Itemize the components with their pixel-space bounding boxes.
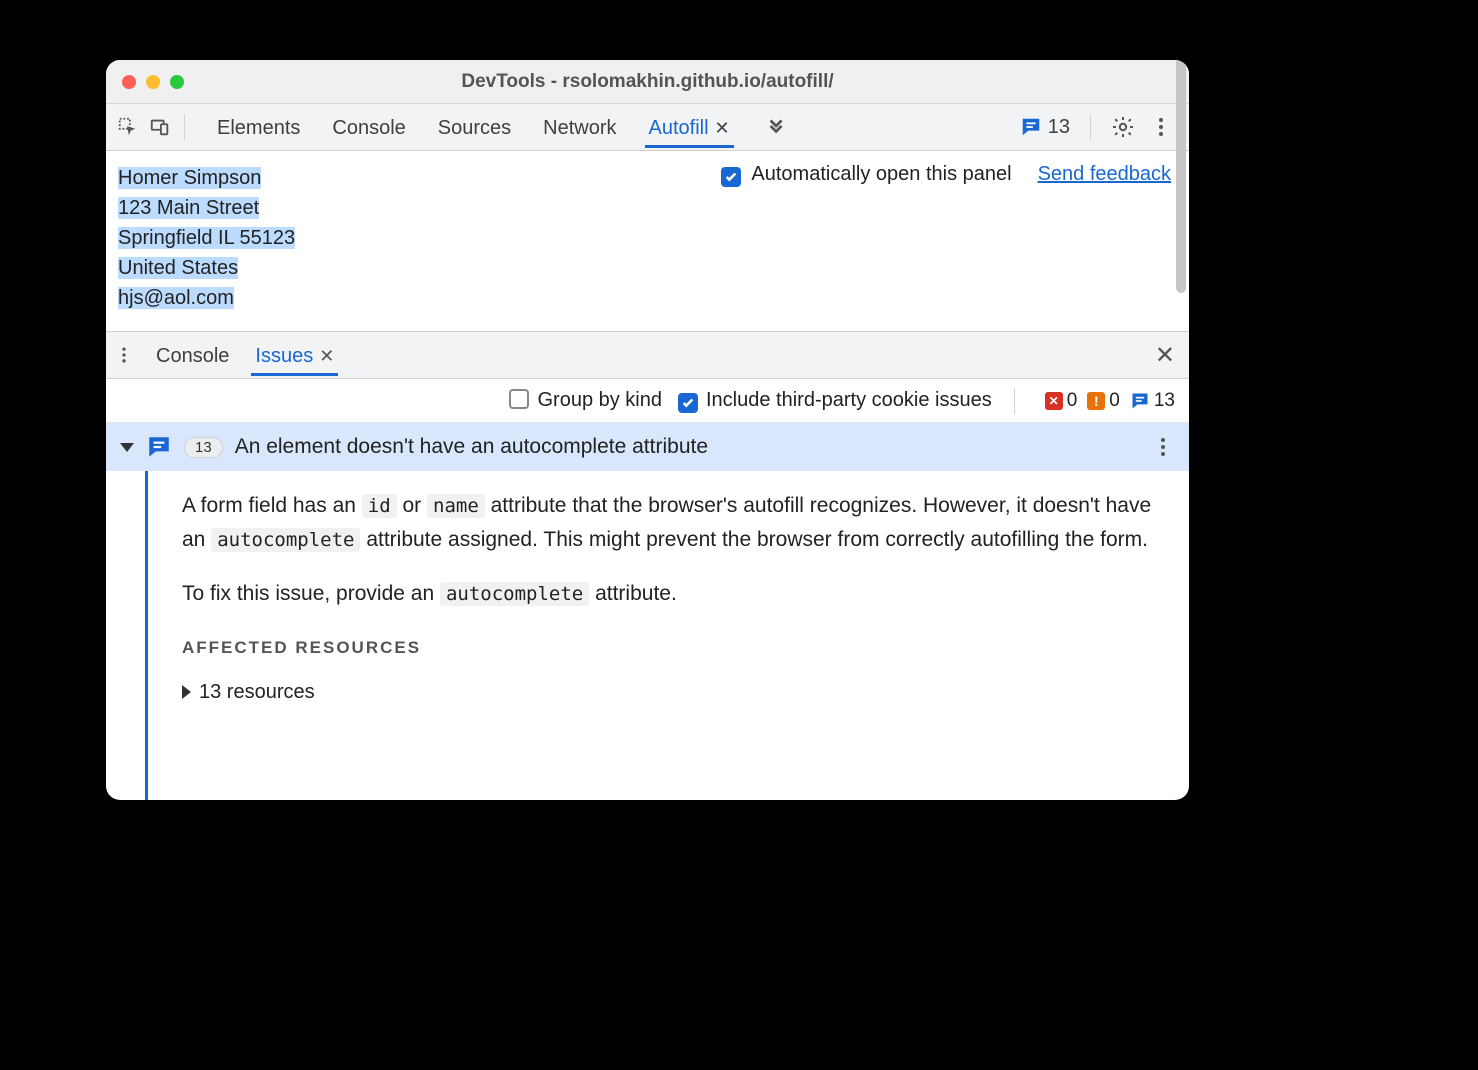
separator [1090, 114, 1091, 140]
autofill-line: 123 Main Street [118, 197, 259, 219]
info-count[interactable]: 13 [1130, 390, 1175, 412]
code-autocomplete: autocomplete [211, 528, 360, 552]
issue-menu-icon[interactable] [1151, 435, 1175, 459]
drawer-tabs: Console Issues ✕ ✕ [106, 332, 1189, 379]
send-feedback-link[interactable]: Send feedback [1038, 163, 1171, 186]
tab-elements[interactable]: Elements [213, 107, 304, 148]
issue-content: A form field has an id or name attribute… [148, 471, 1189, 800]
zoom-window-button[interactable] [170, 75, 184, 89]
text: attribute assigned. This might prevent t… [360, 528, 1147, 551]
expand-icon[interactable] [120, 443, 134, 452]
close-drawer-tab-icon[interactable]: ✕ [319, 346, 334, 367]
auto-open-checkbox[interactable] [721, 167, 741, 187]
error-icon: ✕ [1045, 392, 1063, 410]
inspect-element-icon[interactable] [114, 113, 142, 141]
separator [184, 114, 185, 140]
group-by-kind-option[interactable]: Group by kind [509, 389, 662, 412]
error-count-value: 0 [1067, 390, 1078, 412]
issues-count-value: 13 [1048, 116, 1070, 139]
code-autocomplete: autocomplete [440, 582, 589, 606]
drawer-tab-console[interactable]: Console [152, 335, 233, 376]
code-id: id [362, 494, 397, 518]
include-3p-label: Include third-party cookie issues [706, 389, 992, 412]
issue-counts: ✕0 !0 13 [1045, 390, 1175, 412]
traffic-lights [106, 75, 184, 89]
drawer-menu-icon[interactable] [114, 345, 134, 365]
devtools-window: DevTools - rsolomakhin.github.io/autofil… [106, 60, 1189, 800]
warning-count-value: 0 [1109, 390, 1120, 412]
tab-autofill[interactable]: Autofill ✕ [645, 107, 734, 148]
close-drawer-icon[interactable]: ✕ [1155, 341, 1181, 370]
text: To fix this issue, provide an [182, 582, 440, 605]
group-by-kind-label: Group by kind [537, 389, 662, 411]
issue-title: An element doesn't have an autocomplete … [235, 435, 708, 459]
autofill-options: Automatically open this panel Send feedb… [721, 163, 1171, 313]
more-tabs-icon[interactable] [766, 114, 788, 141]
drawer-tab-issues[interactable]: Issues ✕ [251, 335, 338, 376]
affected-resources-heading: AFFECTED RESOURCES [182, 631, 1161, 665]
more-menu-icon[interactable] [1149, 115, 1173, 139]
device-toolbar-icon[interactable] [146, 113, 174, 141]
info-count-value: 13 [1154, 390, 1175, 412]
text: or [397, 494, 427, 517]
resources-toggle[interactable]: 13 resources [182, 675, 1161, 709]
error-count[interactable]: ✕0 [1045, 390, 1078, 412]
info-issue-icon [146, 434, 172, 460]
text: A form field has an [182, 494, 362, 517]
minimize-window-button[interactable] [146, 75, 160, 89]
issue-body: A form field has an id or name attribute… [106, 471, 1189, 800]
issue-paragraph: To fix this issue, provide an autocomple… [182, 577, 1161, 611]
auto-open-label: Automatically open this panel [751, 163, 1011, 186]
settings-icon[interactable] [1111, 115, 1135, 139]
drawer-tab-issues-label: Issues [255, 345, 313, 368]
include-3p-checkbox[interactable] [678, 393, 698, 413]
window-title: DevTools - rsolomakhin.github.io/autofil… [106, 71, 1189, 93]
resources-label: 13 resources [199, 675, 315, 709]
issues-toolbar: Group by kind Include third-party cookie… [106, 379, 1189, 423]
expand-icon[interactable] [182, 685, 191, 699]
tab-console[interactable]: Console [328, 107, 409, 148]
main-toolbar: Elements Console Sources Network Autofil… [106, 104, 1189, 151]
title-bar: DevTools - rsolomakhin.github.io/autofil… [106, 60, 1189, 104]
autofill-address-preview: Homer Simpson 123 Main Street Springfiel… [118, 163, 295, 313]
group-by-kind-checkbox[interactable] [509, 389, 529, 409]
info-issue-icon [1020, 116, 1042, 138]
include-3p-option[interactable]: Include third-party cookie issues [678, 389, 992, 413]
info-issue-icon [1130, 391, 1150, 411]
separator [1014, 388, 1015, 414]
text: attribute. [589, 582, 677, 605]
warning-icon: ! [1087, 392, 1105, 410]
close-window-button[interactable] [122, 75, 136, 89]
autofill-panel: Homer Simpson 123 Main Street Springfiel… [106, 151, 1189, 332]
main-tabs: Elements Console Sources Network Autofil… [213, 107, 788, 148]
autofill-line: hjs@aol.com [118, 287, 234, 309]
warning-count[interactable]: !0 [1087, 390, 1120, 412]
issues-counter[interactable]: 13 [1020, 116, 1070, 139]
issue-row[interactable]: 13 An element doesn't have an autocomple… [106, 423, 1189, 471]
autofill-line: United States [118, 257, 238, 279]
code-name: name [427, 494, 485, 518]
close-tab-icon[interactable]: ✕ [715, 118, 730, 139]
issue-paragraph: A form field has an id or name attribute… [182, 489, 1161, 557]
tab-autofill-label: Autofill [649, 117, 709, 140]
tab-sources[interactable]: Sources [434, 107, 515, 148]
toolbar-right: 13 [1020, 114, 1181, 140]
autofill-line: Springfield IL 55123 [118, 227, 295, 249]
autofill-line: Homer Simpson [118, 167, 261, 189]
issue-gutter [106, 471, 148, 800]
tab-network[interactable]: Network [539, 107, 620, 148]
issue-count-badge: 13 [184, 437, 223, 458]
